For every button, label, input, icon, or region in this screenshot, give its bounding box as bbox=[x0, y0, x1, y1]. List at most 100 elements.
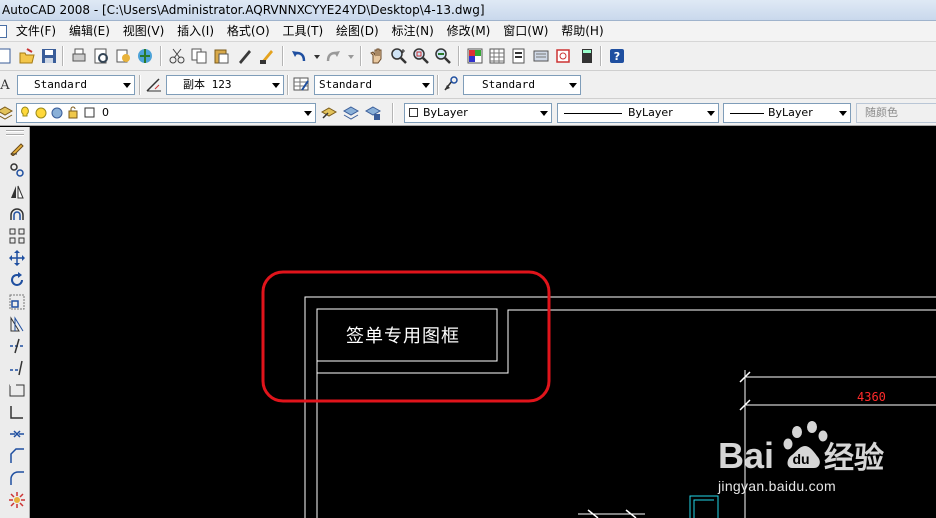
chevron-down-icon bbox=[304, 111, 312, 116]
multileader-style-icon[interactable] bbox=[442, 75, 460, 93]
lineweight-preview bbox=[730, 113, 764, 114]
array-icon[interactable] bbox=[9, 228, 25, 244]
trim-icon[interactable] bbox=[9, 338, 25, 354]
lineweight-control-select[interactable]: ByLayer bbox=[723, 103, 851, 123]
text-style-select[interactable]: Standard bbox=[17, 75, 135, 95]
menu-edit[interactable]: 编辑(E) bbox=[65, 21, 114, 41]
stretch-icon[interactable] bbox=[9, 316, 25, 332]
explode-icon[interactable] bbox=[9, 492, 25, 508]
redo-dropdown-icon[interactable] bbox=[346, 47, 356, 65]
redo-icon[interactable] bbox=[324, 47, 342, 65]
dimension-value-text[interactable]: 4360 bbox=[857, 390, 886, 404]
menu-window[interactable]: 窗口(W) bbox=[499, 21, 552, 41]
layer-manager-icon[interactable] bbox=[0, 104, 14, 122]
watermark-brand-latin: Bai bbox=[718, 435, 774, 476]
menu-tools[interactable]: 工具(T) bbox=[279, 21, 328, 41]
copy-object-icon[interactable] bbox=[9, 162, 25, 178]
rotate-icon[interactable] bbox=[9, 272, 25, 288]
block-editor-icon[interactable] bbox=[258, 47, 276, 65]
tool-palettes-icon[interactable] bbox=[510, 47, 528, 65]
chevron-down-icon bbox=[540, 111, 548, 116]
toolbar-separator bbox=[160, 46, 162, 66]
chamfer-icon[interactable] bbox=[9, 448, 25, 464]
toolbar-separator bbox=[360, 46, 362, 66]
extend-icon[interactable] bbox=[9, 360, 25, 376]
menu-insert[interactable]: 插入(I) bbox=[173, 21, 218, 41]
move-icon[interactable] bbox=[9, 250, 25, 266]
toolbar-separator bbox=[287, 75, 289, 95]
svg-text:?: ? bbox=[614, 50, 620, 63]
sheet-set-icon[interactable] bbox=[532, 47, 550, 65]
dimension-style-select[interactable]: 副本 123 bbox=[166, 75, 284, 95]
menu-file[interactable]: 文件(F) bbox=[12, 21, 60, 41]
fillet-icon[interactable] bbox=[9, 470, 25, 486]
table-style-select[interactable]: Standard bbox=[314, 75, 434, 95]
linetype-control-select[interactable]: ByLayer bbox=[557, 103, 719, 123]
svg-text:du: du bbox=[792, 451, 809, 467]
text-style-icon[interactable]: A bbox=[0, 75, 14, 93]
properties-icon[interactable] bbox=[466, 47, 484, 65]
copy-icon[interactable] bbox=[190, 47, 208, 65]
toolbar-separator bbox=[62, 46, 64, 66]
toolbar-separator bbox=[437, 75, 439, 95]
layer-previous-icon[interactable] bbox=[342, 104, 360, 122]
3d-dwf-icon[interactable] bbox=[136, 47, 154, 65]
design-center-icon[interactable] bbox=[488, 47, 506, 65]
menu-modify[interactable]: 修改(M) bbox=[443, 21, 495, 41]
zoom-window-icon[interactable] bbox=[412, 47, 430, 65]
watermark-brand-cn: 经验 bbox=[824, 441, 884, 476]
offset-icon[interactable] bbox=[9, 206, 25, 222]
linetype-preview bbox=[564, 113, 622, 114]
paste-icon[interactable] bbox=[212, 47, 230, 65]
scale-icon[interactable] bbox=[9, 294, 25, 310]
window-title: AutoCAD 2008 - [C:\Users\Administrator.A… bbox=[2, 3, 485, 17]
toolbar-separator bbox=[458, 46, 460, 66]
cut-icon[interactable] bbox=[168, 47, 186, 65]
plot-icon[interactable] bbox=[70, 47, 88, 65]
document-icon[interactable] bbox=[0, 25, 7, 38]
menu-dimension[interactable]: 标注(N) bbox=[387, 21, 437, 41]
chevron-down-icon bbox=[569, 83, 577, 88]
styles-toolbar: A Standard 副本 123 Standard Standard bbox=[0, 71, 936, 99]
table-style-icon[interactable] bbox=[292, 75, 310, 93]
chevron-down-icon bbox=[839, 111, 847, 116]
join-icon[interactable] bbox=[9, 426, 25, 442]
dimension-style-icon[interactable] bbox=[145, 75, 163, 93]
plot-preview-icon[interactable] bbox=[92, 47, 110, 65]
undo-dropdown-icon[interactable] bbox=[312, 47, 322, 65]
undo-icon[interactable] bbox=[290, 47, 308, 65]
zoom-realtime-icon[interactable] bbox=[390, 47, 408, 65]
plot-style-control-select[interactable]: 随颜色 bbox=[856, 103, 936, 123]
menu-format[interactable]: 格式(O) bbox=[223, 21, 274, 41]
make-object-layer-current-icon[interactable] bbox=[320, 104, 338, 122]
mirror-icon[interactable] bbox=[9, 184, 25, 200]
help-icon[interactable]: ? bbox=[608, 47, 626, 65]
break-icon[interactable] bbox=[9, 404, 25, 420]
match-properties-icon[interactable] bbox=[236, 47, 254, 65]
pan-icon[interactable] bbox=[368, 47, 386, 65]
erase-icon[interactable] bbox=[9, 140, 25, 156]
menu-help[interactable]: 帮助(H) bbox=[557, 21, 607, 41]
toolbar-grip[interactable] bbox=[6, 130, 24, 136]
layer-states-icon[interactable] bbox=[364, 104, 382, 122]
open-icon[interactable] bbox=[18, 47, 36, 65]
title-bar: AutoCAD 2008 - [C:\Users\Administrator.A… bbox=[0, 0, 936, 21]
multileader-style-select[interactable]: Standard bbox=[463, 75, 581, 95]
toolbar-separator bbox=[392, 103, 394, 123]
color-control-select[interactable]: ByLayer bbox=[404, 103, 552, 123]
layer-select[interactable]: 0 bbox=[16, 103, 316, 123]
menu-draw[interactable]: 绘图(D) bbox=[332, 21, 383, 41]
break-at-point-icon[interactable] bbox=[9, 382, 25, 398]
svg-text:A: A bbox=[0, 78, 10, 93]
menu-view[interactable]: 视图(V) bbox=[119, 21, 169, 41]
layers-properties-toolbar: 0 ByLayer ByLayer ByLayer 随颜色 bbox=[0, 99, 936, 126]
frame-title-text[interactable]: 签单专用图框 bbox=[346, 322, 460, 348]
publish-icon[interactable] bbox=[114, 47, 132, 65]
zoom-previous-icon[interactable] bbox=[434, 47, 452, 65]
layer-state-icons bbox=[21, 106, 95, 119]
quickcalc-icon[interactable] bbox=[578, 47, 596, 65]
save-icon[interactable] bbox=[40, 47, 58, 65]
chevron-down-icon bbox=[123, 83, 131, 88]
new-icon[interactable] bbox=[0, 47, 14, 65]
markup-icon[interactable] bbox=[554, 47, 572, 65]
